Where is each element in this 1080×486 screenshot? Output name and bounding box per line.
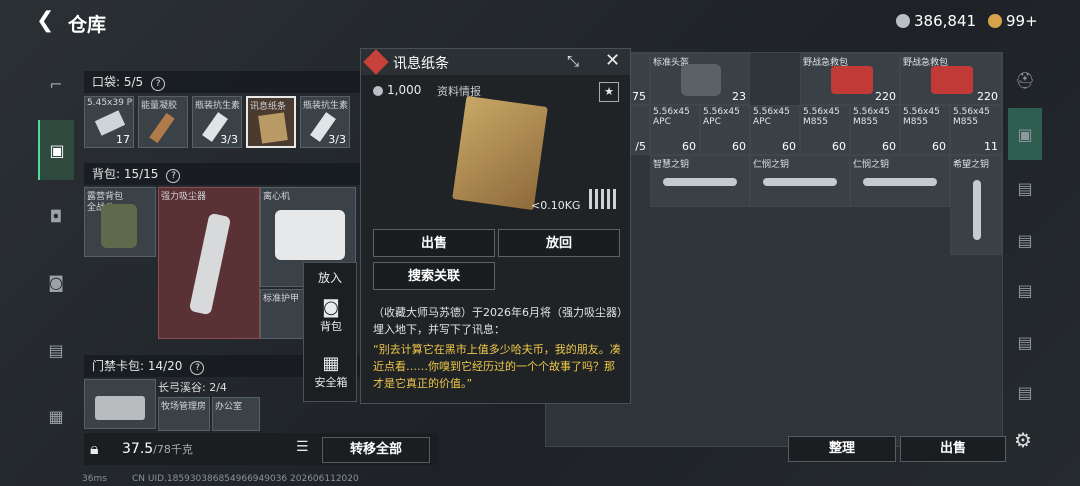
- close-icon[interactable]: ✕: [605, 50, 620, 71]
- backpack-item-camping[interactable]: 露营背包全战斗: [84, 187, 156, 257]
- safe-box-icon: ▦: [322, 353, 340, 374]
- menu-item-backpack[interactable]: ◙ 背包: [308, 297, 354, 343]
- ping-status: 36ms: [82, 474, 107, 484]
- help-badge[interactable]: ?: [190, 361, 205, 375]
- detail-description: （收藏大师马苏德）于2026年6月将（强力吸尘器）埋入地下，并写下了讯息：: [373, 306, 623, 336]
- search-related-button[interactable]: 搜索关联: [373, 262, 495, 290]
- gold-coin-icon: [988, 14, 1002, 28]
- gel-icon: [149, 112, 175, 144]
- backpack-icon: ◙: [322, 297, 340, 318]
- ammo-box-icon: [94, 110, 126, 136]
- back-arrow-icon[interactable]: ❮: [36, 10, 58, 32]
- help-badge[interactable]: ?: [166, 169, 181, 183]
- pocket-header: 口袋: 5/5?: [84, 71, 360, 93]
- case-icon-5[interactable]: ▤: [1008, 322, 1042, 362]
- put-back-button[interactable]: 放回: [498, 229, 620, 257]
- lock-icon: 🔒︎: [90, 439, 99, 458]
- gear-icon[interactable]: ⚙: [1014, 428, 1032, 452]
- note-image: [452, 95, 548, 211]
- grid-key-mercy-1[interactable]: 仁悯之钥: [750, 155, 850, 207]
- grid-item-medkit-1[interactable]: 野战急救包 220: [800, 53, 900, 105]
- detail-price: 1,000: [373, 83, 421, 97]
- grid-ammo-1[interactable]: 5.56x45 APC 60: [650, 105, 700, 155]
- keycard-sub: 长弓溪谷: 2/4: [158, 381, 227, 394]
- backpack-image: [101, 204, 137, 248]
- backpack-title: 背包: 15/15: [92, 167, 159, 181]
- centrifuge-image: [275, 210, 345, 260]
- backpack-item-vacuum[interactable]: 强力吸尘器: [158, 187, 260, 339]
- weight-value: 37.5/78千克: [122, 441, 193, 457]
- case-icon-4[interactable]: ▤: [1008, 270, 1042, 310]
- bottom-sell-button[interactable]: 出售: [900, 436, 1006, 462]
- silver-currency: 386,841: [896, 12, 976, 30]
- top-bar: ❮ 仓库 386,841 99+: [0, 0, 1080, 46]
- pocket-slot-3[interactable]: 瓶装抗生素 3/3: [192, 96, 242, 148]
- grid-ammo-7[interactable]: 5.56x45 M855 11: [950, 105, 1002, 155]
- detail-header: 讯息纸条 ⤡ ✕: [361, 49, 630, 75]
- sort-button[interactable]: 整理: [788, 436, 896, 462]
- collapse-icon[interactable]: ⤡: [567, 52, 579, 70]
- item-detail-panel: 讯息纸条 ⤡ ✕ 1,000 资料情报 ★ <0.10KG 出售 放回 搜索关联…: [360, 48, 631, 404]
- card-image: [95, 396, 145, 420]
- pocket-slot-5[interactable]: 瓶装抗生素 3/3: [300, 96, 350, 148]
- keycard-office[interactable]: 办公室: [212, 397, 260, 431]
- vest-icon[interactable]: ▣: [38, 120, 74, 180]
- grid-key-hope[interactable]: 希望之钥: [950, 155, 1002, 255]
- pocket-slot-4-selected[interactable]: 讯息纸条: [246, 96, 296, 148]
- detail-weight: <0.10KG: [531, 199, 581, 212]
- intel-icon: [363, 49, 389, 75]
- backpack-header: 背包: 15/15?: [84, 163, 360, 185]
- grid-item-helmet[interactable]: 标准头盔 23: [650, 53, 750, 105]
- grid-item-medkit-2[interactable]: 野战急救包 220: [900, 53, 1002, 105]
- grid-ammo-4[interactable]: 5.56x45 M855 60: [800, 105, 850, 155]
- menu-title: 放入: [317, 271, 342, 285]
- help-badge[interactable]: ?: [151, 77, 166, 91]
- case-icon-2[interactable]: ▤: [1008, 168, 1042, 208]
- list-icon[interactable]: ☰: [296, 439, 309, 455]
- pistol-icon[interactable]: ⌐: [38, 64, 74, 104]
- briefcase-icon[interactable]: ▦: [38, 396, 74, 436]
- grid-ammo-6[interactable]: 5.56x45 M855 60: [900, 105, 950, 155]
- grid-size-icon: [589, 189, 619, 209]
- keycard-ranch[interactable]: 牧场管理房: [158, 397, 210, 431]
- note-paper-icon: [258, 112, 288, 144]
- keycard-title: 门禁卡包: 14/20: [92, 359, 183, 373]
- grid-key-wisdom[interactable]: 智慧之钥: [650, 155, 750, 207]
- grid-ammo-2[interactable]: 5.56x45 APC 60: [700, 105, 750, 155]
- transfer-all-button[interactable]: 转移全部: [322, 437, 430, 463]
- gold-currency[interactable]: 99+: [988, 12, 1038, 30]
- keycard-slot[interactable]: [84, 379, 156, 429]
- detail-quote: “别去计算它在黑市上值多少哈夫币，我的朋友。凑近点看……你嗅到它经历过的一个个故…: [373, 343, 621, 390]
- grid-ammo-3[interactable]: 5.56x45 APC 60: [750, 105, 800, 155]
- sell-button[interactable]: 出售: [373, 229, 495, 257]
- menu-item-safe[interactable]: ▦ 安全箱: [308, 353, 354, 399]
- case-icon-6[interactable]: ▤: [1008, 372, 1042, 412]
- detail-title: 讯息纸条: [393, 56, 449, 72]
- silver-coin-icon: [373, 86, 383, 96]
- silver-coin-icon: [896, 14, 910, 28]
- pocket-slot-2[interactable]: 能量凝胶: [138, 96, 188, 148]
- page-title: 仓库: [68, 14, 107, 36]
- case-icon-3[interactable]: ▤: [1008, 220, 1042, 260]
- bag-icon[interactable]: ◙: [38, 262, 74, 302]
- pocket-slot-1[interactable]: 5.45x39 PS 17: [84, 96, 134, 148]
- uid-text: CN UID.185930386854966949036 20260611202…: [132, 474, 359, 484]
- helmet-icon[interactable]: ⛑: [1008, 60, 1042, 100]
- favorite-star-icon[interactable]: ★: [599, 82, 619, 102]
- pocket-title: 口袋: 5/5: [92, 75, 144, 89]
- vacuum-image: [188, 212, 232, 316]
- case-icon-1[interactable]: ▣: [1008, 108, 1042, 160]
- clipboard-icon[interactable]: ▤: [38, 330, 74, 370]
- grid-ammo-5[interactable]: 5.56x45 M855 60: [850, 105, 900, 155]
- backpack-icon[interactable]: ◘: [38, 196, 74, 236]
- put-in-menu: 放入 ◙ 背包 ▦ 安全箱: [303, 262, 357, 402]
- weight-bar: 🔒︎ 37.5/78千克 ☰ 转移全部: [84, 433, 438, 465]
- grid-key-mercy-2[interactable]: 仁悯之钥: [850, 155, 950, 207]
